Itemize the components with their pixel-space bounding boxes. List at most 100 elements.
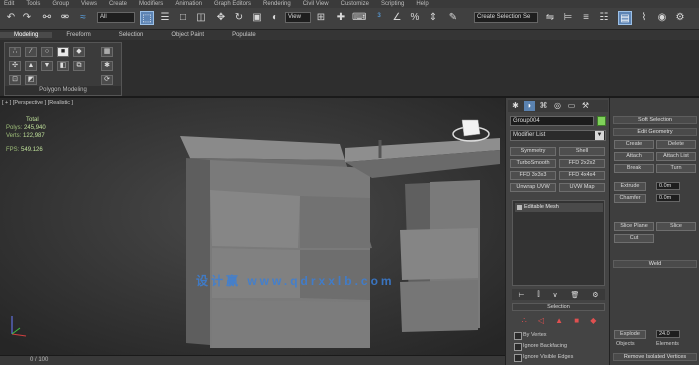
create-button[interactable]: Create [614, 140, 654, 149]
undo-icon[interactable]: ↶ [4, 11, 18, 25]
edit-named-selection-icon[interactable]: ✎ [446, 11, 460, 25]
menu-tools[interactable]: Tools [26, 1, 40, 7]
angle-snap-icon[interactable]: ∠ [390, 11, 404, 25]
spinner-snap-icon[interactable]: ⇕ [426, 11, 440, 25]
ignore-visible-edges-checkbox[interactable]: Ignore Visible Edges [514, 353, 604, 362]
menu-scripting[interactable]: Scripting [381, 1, 404, 7]
stack-down-icon[interactable]: ▼ [41, 61, 53, 71]
break-button[interactable]: Break [614, 164, 654, 173]
window-crossing-icon[interactable]: ◫ [194, 11, 208, 25]
hierarchy-tab-icon[interactable]: ⌘ [538, 101, 549, 111]
attach-list-button[interactable]: Attach List [656, 152, 696, 161]
perspective-viewport[interactable]: [ + ] [Perspective ] [Realistic ] Total … [0, 98, 505, 355]
ignore-backfacing-checkbox[interactable]: Ignore Backfacing [514, 342, 604, 351]
toggle-ribbon-icon[interactable]: ▤ [618, 11, 632, 25]
menu-help[interactable]: Help [416, 1, 428, 7]
repeat-last-icon[interactable]: ⟳ [101, 75, 113, 85]
menu-rendering[interactable]: Rendering [263, 1, 291, 7]
rectangular-selection-icon[interactable]: □ [176, 11, 190, 25]
remove-isolated-vertices-button[interactable]: Remove Isolated Vertices [613, 353, 697, 361]
move-icon[interactable]: ✥ [214, 11, 228, 25]
scale-icon[interactable]: ▣ [250, 11, 264, 25]
delete-button[interactable]: Delete [656, 140, 696, 149]
material-editor-icon[interactable]: ◉ [655, 11, 669, 25]
redo-icon[interactable]: ↷ [20, 11, 34, 25]
show-end-result-icon[interactable]: ◧ [57, 61, 69, 71]
preview-selection-icon[interactable]: ⊡ [9, 75, 21, 85]
explode-button[interactable]: Explode [614, 330, 646, 339]
stack-up-icon[interactable]: ▲ [25, 61, 37, 71]
menu-modifiers[interactable]: Modifiers [139, 1, 163, 7]
unlink-icon[interactable]: ⚮ [58, 11, 72, 25]
menu-graph-editors[interactable]: Graph Editors [214, 1, 251, 7]
shell-button[interactable]: Shell [559, 147, 605, 156]
menu-animation[interactable]: Animation [175, 1, 202, 7]
menu-customize[interactable]: Customize [341, 1, 369, 7]
ignore-backfacing-icon[interactable]: ◩ [25, 75, 37, 85]
rotate-icon[interactable]: ↻ [232, 11, 246, 25]
show-end-result-toggle-icon[interactable]: ⫿ [537, 291, 539, 299]
menu-civil-view[interactable]: Civil View [303, 1, 329, 7]
by-vertex-checkbox[interactable]: By Vertex [514, 331, 604, 340]
menu-views[interactable]: Views [81, 1, 97, 7]
modify-tab-icon[interactable]: ◗ [524, 101, 535, 111]
remove-modifier-icon[interactable]: 🗑 [570, 291, 579, 299]
use-soft-selection-icon[interactable]: ✱ [101, 61, 113, 71]
elements-radio[interactable]: Elements [656, 341, 679, 347]
menu-group[interactable]: Group [52, 1, 69, 7]
selection-filter-dropdown[interactable]: All [97, 12, 135, 23]
tab-populate[interactable]: Populate [218, 32, 270, 38]
viewport-label[interactable]: [ + ] [Perspective ] [Realistic ] [2, 100, 73, 106]
explode-spinner[interactable]: 24.0 [656, 330, 680, 338]
chamfer-spinner[interactable]: 0.0m [656, 194, 680, 202]
make-unique-icon[interactable]: ∨ [553, 291, 558, 299]
uvw-map-button[interactable]: UVW Map [559, 183, 605, 192]
edge-mode-icon[interactable]: ⁄ [25, 47, 37, 57]
element-mode-icon[interactable]: ◆ [73, 47, 85, 57]
link-icon[interactable]: ⚯ [40, 11, 54, 25]
tab-modeling[interactable]: Modeling [0, 32, 53, 38]
ffd-4x4x4-button[interactable]: FFD 4x4x4 [559, 171, 605, 180]
slice-plane-button[interactable]: Slice Plane [614, 222, 654, 231]
motion-tab-icon[interactable]: ◎ [552, 101, 563, 111]
place-icon[interactable]: ◐ [268, 11, 282, 25]
ffd-3x3x3-button[interactable]: FFD 3x3x3 [510, 171, 556, 180]
create-tab-icon[interactable]: ✱ [510, 101, 521, 111]
tab-object-paint[interactable]: Object Paint [157, 32, 218, 38]
cut-button[interactable]: Cut [614, 234, 654, 243]
ffd-2x2x2-button[interactable]: FFD 2x2x2 [559, 159, 605, 168]
edit-poly-icon[interactable]: ✣ [9, 61, 21, 71]
edge-level-icon[interactable]: ◁ [538, 316, 544, 326]
layer-manager-icon[interactable]: ≡ [579, 11, 593, 25]
extrude-button[interactable]: Extrude [614, 182, 646, 191]
polygon-level-icon[interactable]: ■ [574, 316, 579, 326]
vertex-level-icon[interactable]: ∴ [522, 316, 527, 326]
objects-radio[interactable]: Objects [616, 341, 635, 347]
polygon-mode-icon[interactable]: ■ [57, 47, 69, 57]
mirror-icon[interactable]: ⇋ [543, 11, 557, 25]
select-by-name-icon[interactable]: ☰ [158, 11, 172, 25]
symmetry-button[interactable]: Symmetry [510, 147, 556, 156]
turn-button[interactable]: Turn [656, 164, 696, 173]
tab-freeform[interactable]: Freeform [52, 32, 104, 38]
reference-coordinate-dropdown[interactable]: View [285, 12, 311, 23]
collapse-stack-icon[interactable]: ⧉ [73, 61, 85, 71]
pin-stack-icon[interactable]: ⊢ [518, 291, 524, 299]
scene-explorer-icon[interactable]: ☷ [597, 11, 611, 25]
named-selection-dropdown[interactable]: Create Selection Se [474, 12, 538, 23]
chamfer-button[interactable]: Chamfer [614, 194, 646, 203]
extrude-spinner[interactable]: 0.0m [656, 182, 680, 190]
modify-mode-icon[interactable]: ▦ [101, 47, 113, 57]
object-color-swatch[interactable] [597, 116, 606, 126]
tab-selection[interactable]: Selection [105, 32, 158, 38]
object-name-field[interactable]: Group004 [510, 116, 594, 126]
align-icon[interactable]: ⊨ [561, 11, 575, 25]
turbosmooth-button[interactable]: TurboSmooth [510, 159, 556, 168]
configure-sets-icon[interactable]: ⚙ [592, 291, 598, 299]
modifier-list-dropdown[interactable]: Modifier List ▼ [510, 130, 606, 141]
element-level-icon[interactable]: ◆ [590, 316, 596, 326]
snaps-toggle-icon[interactable]: ³ [372, 11, 386, 25]
display-tab-icon[interactable]: ▭ [566, 101, 577, 111]
unwrap-uvw-button[interactable]: Unwrap UVW [510, 183, 556, 192]
face-level-icon[interactable]: ▲ [555, 316, 563, 326]
